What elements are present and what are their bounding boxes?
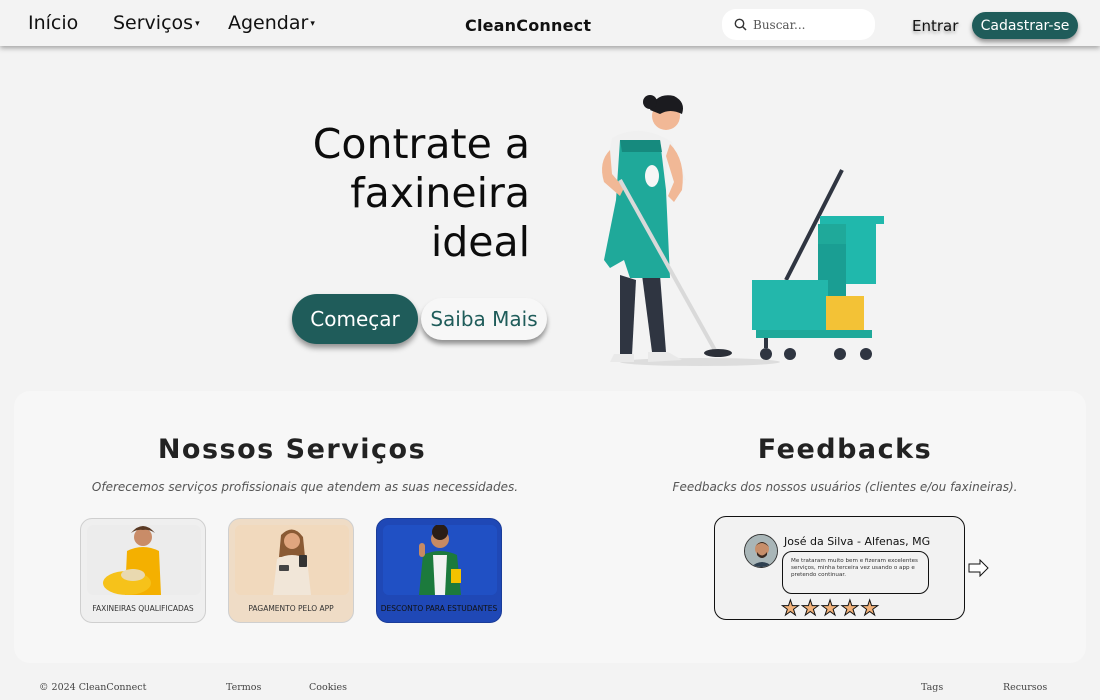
cleaning-lady-illustration (602, 95, 884, 366)
feedback-author: José da Silva - Alfenas, MG (784, 535, 931, 548)
nav-services-menu[interactable]: Serviços ▾ (113, 12, 200, 34)
cleaner-photo (87, 525, 201, 595)
services-subtitle: Oferecemos serviços profissionais que at… (91, 480, 519, 494)
search-icon (734, 18, 747, 31)
services-title: Nossos Serviços (157, 434, 427, 465)
student-photo (383, 525, 497, 595)
service-card-student-discount[interactable]: DESCONTO PARA ESTUDANTES (376, 518, 502, 623)
feedbacks-subtitle: Feedbacks dos nossos usuários (clientes … (672, 480, 1018, 494)
brand-logo[interactable]: CleanConnect (465, 16, 591, 35)
service-card-qualified-cleaners[interactable]: FAXINEIRAS QUALIFICADAS (80, 518, 206, 623)
service-card-label: DESCONTO PARA ESTUDANTES (380, 604, 498, 613)
hero-title-line: faxineira (350, 169, 530, 217)
nav-services-label: Serviços (113, 12, 194, 34)
nav-home-link[interactable]: Início (28, 12, 78, 34)
nav-schedule-menu[interactable]: Agendar ▾ (228, 12, 315, 34)
chevron-down-icon: ▾ (195, 18, 200, 29)
next-arrow-icon[interactable] (968, 559, 990, 577)
service-card-app-payment[interactable]: PAGAMENTO PELO APP (228, 518, 354, 623)
hero-title-line: Contrate a (312, 120, 530, 168)
avatar (744, 534, 778, 568)
payment-photo (235, 525, 349, 595)
feedback-text: Me trataram muito bem e fizeram excelent… (782, 551, 929, 594)
search-box[interactable] (722, 9, 875, 40)
service-card-label: FAXINEIRAS QUALIFICADAS (92, 604, 194, 613)
learn-more-button[interactable]: Saiba Mais (421, 298, 547, 340)
footer-copyright: © 2024 CleanConnect (39, 682, 147, 693)
rating-stars: ★★★★★ (780, 596, 881, 620)
chevron-down-icon: ▾ (310, 18, 315, 29)
footer-resources-link[interactable]: Recursos (1003, 682, 1047, 693)
signup-button[interactable]: Cadastrar-se (972, 12, 1078, 39)
footer-tags-link[interactable]: Tags (921, 682, 943, 693)
feedbacks-title: Feedbacks (757, 434, 933, 465)
top-navbar: Início Serviços▾ Agendar▾ CleanConnect E… (0, 0, 1100, 46)
hero-title-line: ideal (430, 218, 530, 266)
start-button[interactable]: Começar (292, 294, 418, 344)
footer-terms-link[interactable]: Termos (226, 682, 261, 693)
login-link[interactable]: Entrar (912, 17, 958, 35)
hero-title: Contrate a faxineira ideal (270, 120, 530, 267)
nav-schedule-label: Agendar (228, 12, 309, 34)
search-input[interactable] (753, 17, 863, 32)
service-card-label: PAGAMENTO PELO APP (248, 604, 334, 613)
footer-cookies-link[interactable]: Cookies (309, 682, 347, 693)
